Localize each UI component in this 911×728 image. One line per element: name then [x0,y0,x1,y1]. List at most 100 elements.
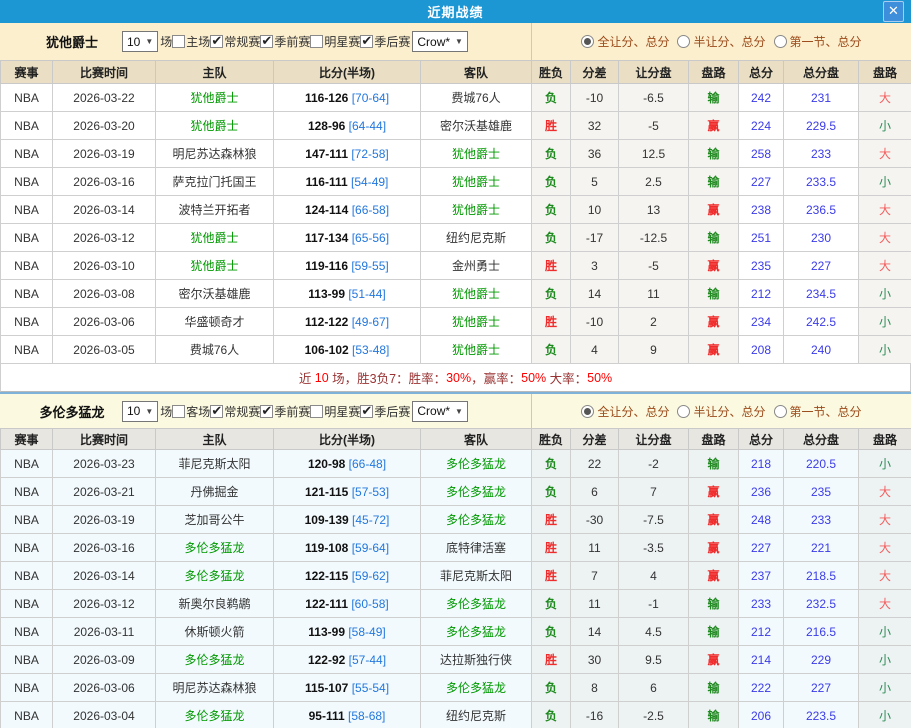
radio-first-quarter-total[interactable]: 第一节、总分 [774,33,862,50]
filter-regular-season[interactable]: 常规赛 [210,403,260,420]
column-header: 赛事 [1,61,53,84]
filter-playoffs[interactable]: 季后赛 [360,33,410,50]
summary-segment: 场，胜3负7：胜率： [329,368,446,387]
full-score: 119-116 [305,259,348,273]
section-toronto-raptors: 多伦多猛龙 10▼ 场 客场 常规赛 季前赛 明星赛 季后赛 Crow*▼ 全让… [0,392,911,728]
games-count-value: 10 [127,404,140,418]
radio-full-handicap-total[interactable]: 全让分、总分 [581,33,669,50]
results-table: 赛事比赛时间主队比分(半场)客队胜负分差让分盘盘路总分总分盘盘路 NBA 202… [0,60,911,364]
filter-playoffs[interactable]: 季后赛 [360,403,410,420]
cell-win-loss: 胜 [532,646,571,674]
cell-total-points: 237 [739,562,784,590]
half-score: [58-68] [348,709,385,723]
cell-handicap-result: 赢 [689,196,739,224]
filter-allstar[interactable]: 明星赛 [310,33,360,50]
close-icon[interactable]: ✕ [883,1,904,22]
checkbox-icon[interactable] [260,405,273,418]
cell-margin: 5 [571,168,619,196]
dialog-title: 近期战绩 [427,2,483,21]
cell-handicap-result: 赢 [689,506,739,534]
cell-total-line: 221 [784,534,859,562]
full-score: 109-139 [305,513,349,527]
column-header: 客队 [421,61,532,84]
radio-icon[interactable] [581,405,594,418]
checkbox-icon[interactable] [310,405,323,418]
summary-bar: 近 10 场，胜3负7：胜率：30%，赢率：50% 大率：50% [0,364,911,392]
cell-away-team: 多伦多猛龙 [421,478,532,506]
half-score: [59-62] [352,569,389,583]
cell-handicap-line: -7.5 [619,506,689,534]
company-select[interactable]: Crow*▼ [412,31,468,52]
cell-away-team: 纽约尼克斯 [421,702,532,728]
filter-preseason[interactable]: 季前赛 [260,403,310,420]
cell-handicap-result: 输 [689,280,739,308]
radio-half-handicap-total[interactable]: 半让分、总分 [677,33,765,50]
section-utah-jazz: 犹他爵士 10▼ 场 主场 常规赛 季前赛 明星赛 季后赛 Crow*▼ 全让分… [0,23,911,392]
company-value: Crow* [417,35,450,49]
game-row: NBA 2026-03-20 犹他爵士 128-96 [64-44] 密尔沃基雄… [1,112,911,140]
cell-date: 2026-03-19 [53,506,156,534]
cell-win-loss: 胜 [532,534,571,562]
radio-icon[interactable] [774,35,787,48]
cell-home-team: 多伦多猛龙 [156,534,274,562]
checkbox-icon[interactable] [360,35,373,48]
filter-label: 客场 [186,403,210,420]
filter-preseason[interactable]: 季前赛 [260,33,310,50]
cell-date: 2026-03-06 [53,674,156,702]
cell-total-points: 235 [739,252,784,280]
checkbox-icon[interactable] [172,35,185,48]
checkbox-icon[interactable] [360,405,373,418]
radio-icon[interactable] [677,35,690,48]
filter-label: 主场 [186,33,210,50]
games-unit-label: 场 [160,33,172,50]
summary-segment: 10 [315,371,329,385]
full-score: 147-111 [305,147,348,161]
full-score: 116-126 [305,91,348,105]
radio-first-quarter-total[interactable]: 第一节、总分 [774,403,862,420]
cell-score: 147-111 [72-58] [274,140,421,168]
cell-win-loss: 胜 [532,562,571,590]
half-score: [66-48] [349,457,386,471]
cell-win-loss: 负 [532,618,571,646]
cell-over-under: 小 [859,450,911,478]
column-header: 胜负 [532,61,571,84]
cell-away-team: 多伦多猛龙 [421,506,532,534]
checkbox-icon[interactable] [310,35,323,48]
filter-home-games[interactable]: 主场 [172,33,210,50]
radio-icon[interactable] [677,405,690,418]
radio-icon[interactable] [581,35,594,48]
cell-margin: 30 [571,646,619,674]
column-header: 比分(半场) [274,61,421,84]
games-count-select[interactable]: 10▼ [122,31,158,52]
game-row: NBA 2026-03-09 多伦多猛龙 122-92 [57-44] 达拉斯独… [1,646,911,674]
company-select[interactable]: Crow*▼ [412,401,468,422]
games-count-select[interactable]: 10▼ [122,401,158,422]
checkbox-icon[interactable] [210,405,223,418]
filter-label: 明星赛 [324,33,360,50]
cell-score: 112-122 [49-67] [274,308,421,336]
radio-half-handicap-total[interactable]: 半让分、总分 [677,403,765,420]
game-row: NBA 2026-03-08 密尔沃基雄鹿 113-99 [51-44] 犹他爵… [1,280,911,308]
filter-away-games[interactable]: 客场 [172,403,210,420]
cell-home-team: 菲尼克斯太阳 [156,450,274,478]
cell-handicap-line: -5 [619,112,689,140]
radio-full-handicap-total[interactable]: 全让分、总分 [581,403,669,420]
cell-handicap-line: -6.5 [619,84,689,112]
radio-icon[interactable] [774,405,787,418]
cell-handicap-line: -3.5 [619,534,689,562]
cell-over-under: 大 [859,506,911,534]
cell-handicap-result: 输 [689,450,739,478]
cell-handicap-line: 7 [619,478,689,506]
cell-date: 2026-03-19 [53,140,156,168]
cell-margin: 8 [571,674,619,702]
cell-margin: 32 [571,112,619,140]
checkbox-icon[interactable] [260,35,273,48]
cell-win-loss: 负 [532,196,571,224]
filter-regular-season[interactable]: 常规赛 [210,33,260,50]
games-count-value: 10 [127,35,140,49]
checkbox-icon[interactable] [210,35,223,48]
filter-allstar[interactable]: 明星赛 [310,403,360,420]
full-score: 95-111 [309,709,345,723]
checkbox-icon[interactable] [172,405,185,418]
summary-segment: 近 [299,368,315,387]
